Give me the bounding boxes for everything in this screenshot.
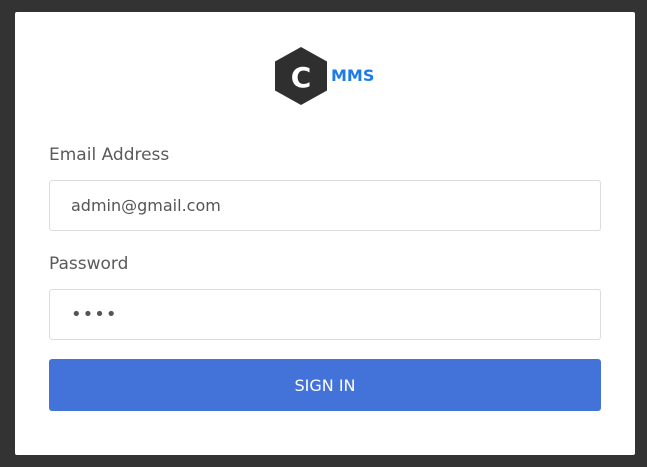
app-logo: C MMS: [273, 46, 393, 106]
logo-text: MMS: [331, 66, 375, 85]
sign-in-button[interactable]: SIGN IN: [49, 359, 601, 411]
login-card: C MMS Email Address admin@gmail.com Pass…: [15, 12, 635, 455]
email-field[interactable]: admin@gmail.com: [49, 180, 601, 231]
hexagon-logo-icon: C: [275, 47, 327, 105]
password-label: Password: [49, 254, 129, 274]
password-field[interactable]: ••••: [49, 289, 601, 340]
logo-letter: C: [291, 61, 312, 94]
email-value: admin@gmail.com: [71, 196, 221, 215]
email-label: Email Address: [49, 145, 170, 165]
password-value: ••••: [71, 304, 118, 325]
